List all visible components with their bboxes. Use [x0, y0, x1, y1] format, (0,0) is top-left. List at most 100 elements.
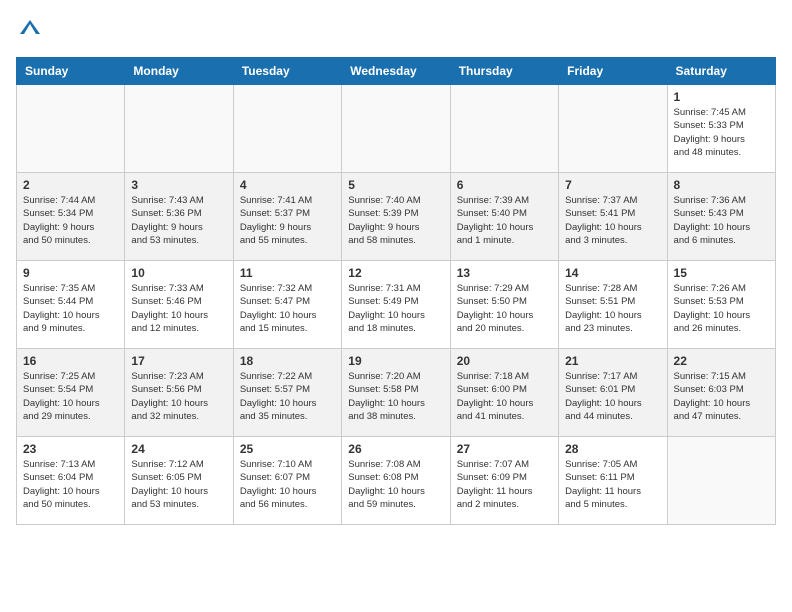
day-info: Sunrise: 7:35 AM Sunset: 5:44 PM Dayligh…	[23, 282, 118, 335]
weekday-header-friday: Friday	[559, 58, 667, 85]
calendar-cell: 24 Sunrise: 7:12 AM Sunset: 6:05 PM Dayli…	[125, 437, 233, 525]
weekday-header-monday: Monday	[125, 58, 233, 85]
day-info: Sunrise: 7:20 AM Sunset: 5:58 PM Dayligh…	[348, 370, 443, 423]
day-number: 4	[240, 178, 335, 192]
day-number: 16	[23, 354, 118, 368]
day-info: Sunrise: 7:08 AM Sunset: 6:08 PM Dayligh…	[348, 458, 443, 511]
day-info: Sunrise: 7:31 AM Sunset: 5:49 PM Dayligh…	[348, 282, 443, 335]
calendar-cell	[17, 85, 125, 173]
day-number: 8	[674, 178, 769, 192]
calendar-cell: 4 Sunrise: 7:41 AM Sunset: 5:37 PM Daylig…	[233, 173, 341, 261]
day-number: 15	[674, 266, 769, 280]
day-info: Sunrise: 7:40 AM Sunset: 5:39 PM Dayligh…	[348, 194, 443, 247]
calendar-cell	[559, 85, 667, 173]
day-number: 11	[240, 266, 335, 280]
day-number: 10	[131, 266, 226, 280]
day-info: Sunrise: 7:05 AM Sunset: 6:11 PM Dayligh…	[565, 458, 660, 511]
day-number: 9	[23, 266, 118, 280]
day-number: 28	[565, 442, 660, 456]
day-number: 2	[23, 178, 118, 192]
day-info: Sunrise: 7:36 AM Sunset: 5:43 PM Dayligh…	[674, 194, 769, 247]
calendar-cell: 26 Sunrise: 7:08 AM Sunset: 6:08 PM Dayli…	[342, 437, 450, 525]
calendar-cell: 23 Sunrise: 7:13 AM Sunset: 6:04 PM Dayli…	[17, 437, 125, 525]
calendar-cell: 2 Sunrise: 7:44 AM Sunset: 5:34 PM Daylig…	[17, 173, 125, 261]
day-info: Sunrise: 7:29 AM Sunset: 5:50 PM Dayligh…	[457, 282, 552, 335]
day-number: 18	[240, 354, 335, 368]
calendar-cell: 3 Sunrise: 7:43 AM Sunset: 5:36 PM Daylig…	[125, 173, 233, 261]
day-number: 7	[565, 178, 660, 192]
page-header	[16, 16, 776, 45]
calendar-cell: 12 Sunrise: 7:31 AM Sunset: 5:49 PM Dayli…	[342, 261, 450, 349]
calendar-cell	[125, 85, 233, 173]
day-number: 19	[348, 354, 443, 368]
day-number: 12	[348, 266, 443, 280]
day-info: Sunrise: 7:45 AM Sunset: 5:33 PM Dayligh…	[674, 106, 769, 159]
calendar-week-5: 23 Sunrise: 7:13 AM Sunset: 6:04 PM Dayli…	[17, 437, 776, 525]
calendar-cell: 27Sunrise: 7:07 AM Sunset: 6:09 PM Dayli…	[450, 437, 558, 525]
calendar-cell	[450, 85, 558, 173]
calendar-cell: 20 Sunrise: 7:18 AM Sunset: 6:00 PM Dayli…	[450, 349, 558, 437]
calendar-cell: 1 Sunrise: 7:45 AM Sunset: 5:33 PM Daylig…	[667, 85, 775, 173]
calendar-cell: 28 Sunrise: 7:05 AM Sunset: 6:11 PM Dayli…	[559, 437, 667, 525]
day-number: 3	[131, 178, 226, 192]
day-info: Sunrise: 7:10 AM Sunset: 6:07 PM Dayligh…	[240, 458, 335, 511]
day-info: Sunrise: 7:17 AM Sunset: 6:01 PM Dayligh…	[565, 370, 660, 423]
day-number: 22	[674, 354, 769, 368]
calendar-week-1: 1 Sunrise: 7:45 AM Sunset: 5:33 PM Daylig…	[17, 85, 776, 173]
day-number: 14	[565, 266, 660, 280]
day-info: Sunrise: 7:18 AM Sunset: 6:00 PM Dayligh…	[457, 370, 552, 423]
weekday-header-saturday: Saturday	[667, 58, 775, 85]
day-info: Sunrise: 7:43 AM Sunset: 5:36 PM Dayligh…	[131, 194, 226, 247]
calendar-cell: 10 Sunrise: 7:33 AM Sunset: 5:46 PM Dayli…	[125, 261, 233, 349]
calendar-cell: 9 Sunrise: 7:35 AM Sunset: 5:44 PM Daylig…	[17, 261, 125, 349]
day-info: Sunrise: 7:33 AM Sunset: 5:46 PM Dayligh…	[131, 282, 226, 335]
day-info: Sunrise: 7:37 AM Sunset: 5:41 PM Dayligh…	[565, 194, 660, 247]
day-info: Sunrise: 7:15 AM Sunset: 6:03 PM Dayligh…	[674, 370, 769, 423]
day-number: 1	[674, 90, 769, 104]
day-number: 13	[457, 266, 552, 280]
calendar-cell: 13 Sunrise: 7:29 AM Sunset: 5:50 PM Dayli…	[450, 261, 558, 349]
day-info: Sunrise: 7:13 AM Sunset: 6:04 PM Dayligh…	[23, 458, 118, 511]
calendar-cell	[342, 85, 450, 173]
day-number: 21	[565, 354, 660, 368]
day-info: Sunrise: 7:12 AM Sunset: 6:05 PM Dayligh…	[131, 458, 226, 511]
logo-icon	[18, 16, 42, 40]
weekday-header-wednesday: Wednesday	[342, 58, 450, 85]
calendar-cell: 14 Sunrise: 7:28 AM Sunset: 5:51 PM Dayli…	[559, 261, 667, 349]
weekday-header-sunday: Sunday	[17, 58, 125, 85]
calendar-cell: 11Sunrise: 7:32 AM Sunset: 5:47 PM Dayli…	[233, 261, 341, 349]
day-number: 24	[131, 442, 226, 456]
calendar-cell: 18 Sunrise: 7:22 AM Sunset: 5:57 PM Dayli…	[233, 349, 341, 437]
day-number: 23	[23, 442, 118, 456]
calendar-cell: 17 Sunrise: 7:23 AM Sunset: 5:56 PM Dayli…	[125, 349, 233, 437]
day-info: Sunrise: 7:39 AM Sunset: 5:40 PM Dayligh…	[457, 194, 552, 247]
logo-text	[16, 16, 42, 45]
weekday-header-row: SundayMondayTuesdayWednesdayThursdayFrid…	[17, 58, 776, 85]
day-number: 25	[240, 442, 335, 456]
calendar-cell: 7 Sunrise: 7:37 AM Sunset: 5:41 PM Daylig…	[559, 173, 667, 261]
calendar-cell: 16 Sunrise: 7:25 AM Sunset: 5:54 PM Dayli…	[17, 349, 125, 437]
day-info: Sunrise: 7:23 AM Sunset: 5:56 PM Dayligh…	[131, 370, 226, 423]
calendar-cell: 21 Sunrise: 7:17 AM Sunset: 6:01 PM Dayli…	[559, 349, 667, 437]
weekday-header-tuesday: Tuesday	[233, 58, 341, 85]
day-info: Sunrise: 7:26 AM Sunset: 5:53 PM Dayligh…	[674, 282, 769, 335]
calendar-cell	[233, 85, 341, 173]
day-number: 17	[131, 354, 226, 368]
calendar-cell: 15 Sunrise: 7:26 AM Sunset: 5:53 PM Dayli…	[667, 261, 775, 349]
day-info: Sunrise: 7:22 AM Sunset: 5:57 PM Dayligh…	[240, 370, 335, 423]
day-info: Sunrise: 7:28 AM Sunset: 5:51 PM Dayligh…	[565, 282, 660, 335]
weekday-header-thursday: Thursday	[450, 58, 558, 85]
calendar-cell: 19 Sunrise: 7:20 AM Sunset: 5:58 PM Dayli…	[342, 349, 450, 437]
day-number: 20	[457, 354, 552, 368]
calendar-cell: 5 Sunrise: 7:40 AM Sunset: 5:39 PM Daylig…	[342, 173, 450, 261]
calendar-cell: 6Sunrise: 7:39 AM Sunset: 5:40 PM Daylig…	[450, 173, 558, 261]
logo	[16, 16, 42, 45]
calendar-cell	[667, 437, 775, 525]
day-info: Sunrise: 7:44 AM Sunset: 5:34 PM Dayligh…	[23, 194, 118, 247]
day-info: Sunrise: 7:41 AM Sunset: 5:37 PM Dayligh…	[240, 194, 335, 247]
day-number: 5	[348, 178, 443, 192]
calendar-cell: 25 Sunrise: 7:10 AM Sunset: 6:07 PM Dayli…	[233, 437, 341, 525]
day-number: 26	[348, 442, 443, 456]
day-info: Sunrise: 7:25 AM Sunset: 5:54 PM Dayligh…	[23, 370, 118, 423]
calendar-week-4: 16 Sunrise: 7:25 AM Sunset: 5:54 PM Dayli…	[17, 349, 776, 437]
